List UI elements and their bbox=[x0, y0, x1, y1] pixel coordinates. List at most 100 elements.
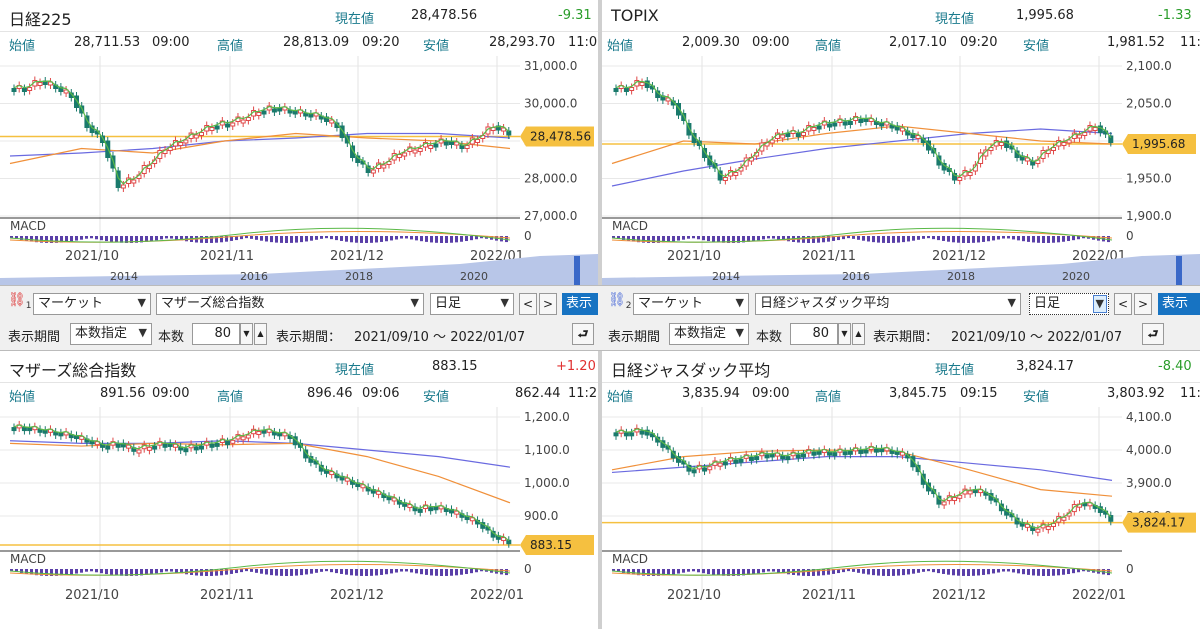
macd-bar bbox=[200, 569, 203, 576]
macd-bar bbox=[425, 236, 428, 242]
current-price-tag-label: 883.15 bbox=[530, 538, 572, 552]
triangle-down-icon: ▼ bbox=[410, 296, 419, 309]
macd-bar bbox=[115, 236, 118, 243]
open-time: 09:00 bbox=[152, 35, 190, 50]
macd-bar bbox=[1012, 236, 1015, 240]
candle-up bbox=[967, 490, 973, 495]
price-chart[interactable]: 31,000.030,000.029,000.028,000.027,000.0… bbox=[0, 56, 598, 285]
macd-bar bbox=[892, 569, 895, 576]
triangle-up-icon[interactable]: ▲ bbox=[254, 323, 267, 345]
candle-up bbox=[717, 462, 723, 467]
macd-bar bbox=[175, 236, 178, 240]
macd-bar bbox=[320, 569, 323, 572]
macd-bar bbox=[907, 569, 910, 575]
macd-bar bbox=[410, 569, 413, 573]
count-input[interactable]: 80 bbox=[192, 323, 240, 345]
high-value: 896.46 bbox=[307, 386, 353, 401]
macd-bar bbox=[697, 569, 700, 573]
macd-bar bbox=[802, 236, 805, 243]
y-tick-label: 1,100.0 bbox=[524, 443, 570, 457]
high-label: 高値 bbox=[217, 39, 244, 54]
candle-down bbox=[11, 427, 17, 432]
ohl-row: 始値 2,009.30 09:00 高値 2,017.10 09:20 安値 1… bbox=[602, 32, 1200, 56]
y-tick-label: 1,950.0 bbox=[1126, 172, 1172, 186]
open-time: 09:00 bbox=[752, 35, 790, 50]
index-select[interactable]: 日経ジャスダック平均 ▼ bbox=[755, 293, 1021, 315]
low-label: 安値 bbox=[423, 39, 450, 54]
macd-bar bbox=[330, 569, 333, 573]
index-title: マザーズ総合指数 bbox=[9, 361, 137, 380]
macd-bar bbox=[1047, 569, 1050, 576]
price-chart[interactable]: 1,200.01,100.01,000.0900.0883.15MACD0202… bbox=[0, 407, 598, 629]
macd-bar bbox=[170, 569, 173, 572]
range-mode-select[interactable]: 本数指定 ▼ bbox=[70, 323, 152, 345]
candle-down bbox=[816, 450, 822, 455]
period-select[interactable]: 日足 ▼ bbox=[1029, 293, 1109, 315]
display-button[interactable]: 表示 bbox=[562, 293, 598, 315]
candle-up bbox=[1035, 528, 1041, 533]
range-mode-select[interactable]: 本数指定 ▼ bbox=[669, 323, 749, 345]
chain-link-icon[interactable]: ⛓2 bbox=[608, 292, 632, 311]
year-axis-label: 2016 bbox=[240, 270, 268, 283]
macd-bar bbox=[410, 236, 413, 240]
triangle-up-icon[interactable]: ▲ bbox=[852, 323, 865, 345]
candle-up bbox=[370, 169, 376, 174]
chevron-right-icon[interactable]: > bbox=[1134, 293, 1152, 315]
triangle-down-icon[interactable]: ▼ bbox=[838, 323, 851, 345]
return-arrow-icon[interactable]: ⮐ bbox=[1142, 323, 1164, 345]
chevron-left-icon[interactable]: < bbox=[519, 293, 537, 315]
macd-bar bbox=[70, 236, 73, 242]
low-label: 安値 bbox=[423, 390, 450, 405]
year-axis-label: 2016 bbox=[842, 270, 870, 283]
current-price-label: 現在値 bbox=[335, 12, 375, 27]
macd-bar bbox=[390, 236, 393, 241]
macd-bar bbox=[380, 569, 383, 575]
price-chart[interactable]: 4,100.04,000.03,900.03,800.03,824.17MACD… bbox=[602, 407, 1200, 629]
display-button[interactable]: 表示 bbox=[1158, 293, 1200, 315]
candle-down bbox=[879, 448, 885, 453]
macd-bar bbox=[430, 236, 433, 243]
y-tick-label: 3,900.0 bbox=[1126, 476, 1172, 490]
macd-bar bbox=[1032, 569, 1035, 576]
y-tick-label: 1,200.0 bbox=[524, 410, 570, 424]
candle-down bbox=[832, 452, 838, 457]
return-arrow-icon[interactable]: ⮐ bbox=[572, 323, 594, 345]
macd-bar bbox=[717, 236, 720, 243]
macd-bar bbox=[867, 236, 870, 242]
index-select[interactable]: マザーズ総合指数 ▼ bbox=[156, 293, 424, 315]
x-axis-label: 2021/12 bbox=[330, 588, 384, 603]
triangle-down-icon[interactable]: ▼ bbox=[240, 323, 253, 345]
macd-bar bbox=[155, 236, 158, 241]
open-label: 始値 bbox=[607, 39, 634, 54]
candle-up bbox=[256, 431, 262, 436]
price-chart[interactable]: 2,100.02,050.02,000.01,950.01,900.01,995… bbox=[602, 56, 1200, 285]
count-input[interactable]: 80 bbox=[790, 323, 838, 345]
candle-down bbox=[115, 443, 121, 448]
macd-bar bbox=[1052, 569, 1055, 576]
candle-down bbox=[733, 459, 739, 464]
macd-bar bbox=[295, 236, 298, 243]
market-select[interactable]: マーケット ▼ bbox=[33, 293, 151, 315]
macd-bar bbox=[445, 569, 448, 576]
market-select[interactable]: マーケット ▼ bbox=[633, 293, 749, 315]
candle-down bbox=[847, 450, 853, 455]
macd-bar bbox=[992, 569, 995, 574]
chevron-left-icon[interactable]: < bbox=[1114, 293, 1132, 315]
candle-up bbox=[1045, 526, 1051, 531]
candle-down bbox=[209, 443, 215, 448]
macd-bar bbox=[110, 236, 113, 242]
macd-bar bbox=[340, 236, 343, 241]
macd-bar bbox=[330, 236, 333, 240]
candle-down bbox=[58, 432, 64, 437]
macd-bar bbox=[265, 569, 268, 575]
chain-link-icon[interactable]: ⛓1 bbox=[8, 292, 32, 311]
macd-bar bbox=[165, 236, 168, 239]
candle-down bbox=[292, 110, 298, 115]
macd-bar bbox=[450, 569, 453, 576]
chevron-right-icon[interactable]: > bbox=[539, 293, 557, 315]
period-select[interactable]: 日足 ▼ bbox=[430, 293, 514, 315]
macd-bar bbox=[305, 236, 308, 242]
ohl-row: 始値 28,711.53 09:00 高値 28,813.09 09:20 安値… bbox=[0, 32, 598, 56]
panel-header: マザーズ総合指数 現在値 883.15 +1.20 bbox=[0, 351, 598, 383]
candle-down bbox=[623, 88, 629, 92]
